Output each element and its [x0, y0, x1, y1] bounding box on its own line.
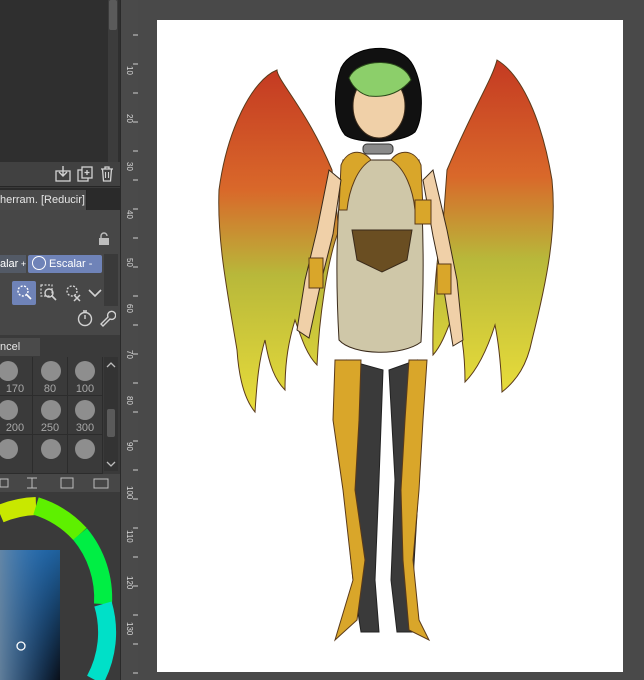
- harpy-illustration: [218, 48, 554, 642]
- brush-size-cell[interactable]: 200: [0, 396, 33, 435]
- figure-legs: [332, 359, 431, 642]
- selection-tools-row: [12, 281, 104, 305]
- brush-size-cell[interactable]: 250: [33, 396, 68, 435]
- layer-scrollbar[interactable]: [108, 0, 118, 162]
- ruler-mark: 40: [125, 210, 134, 219]
- brush-size-cell[interactable]: 170: [0, 357, 33, 396]
- import-icon[interactable]: [54, 165, 72, 183]
- brush-grid-scroll-thumb[interactable]: [107, 409, 115, 437]
- left-panel: herram. [Reducir] alar + Escalar - ncel …: [0, 0, 120, 680]
- ruler-mark: 90: [125, 442, 134, 451]
- color-wheel[interactable]: [0, 494, 120, 680]
- tab-strip: herram. [Reducir]: [0, 188, 120, 210]
- scale-mode-label: Escalar: [49, 258, 86, 270]
- scale-circle-icon: [32, 256, 46, 270]
- trash-icon[interactable]: [98, 165, 116, 183]
- brush-size-cell[interactable]: [0, 435, 33, 474]
- view-icon[interactable]: [0, 478, 9, 488]
- scroll-down-icon[interactable]: [104, 459, 118, 469]
- figure-head: [334, 48, 422, 155]
- wrench-icon[interactable]: [98, 309, 116, 327]
- right-wing: [432, 59, 554, 394]
- tab-tool-property[interactable]: herram. [Reducir]: [0, 190, 87, 210]
- transform-mode-chip[interactable]: alar +: [0, 255, 26, 273]
- layer-toolbar: [0, 162, 120, 187]
- ruler-mark: 70: [125, 350, 134, 359]
- ruler-mark: 80: [125, 396, 134, 405]
- scale-mode-button[interactable]: Escalar -: [28, 255, 102, 273]
- ruler-mark: 50: [125, 258, 134, 267]
- chevron-down-icon[interactable]: [86, 284, 104, 302]
- brush-size-cell[interactable]: [33, 435, 68, 474]
- copy-layer-icon[interactable]: [76, 165, 94, 183]
- vertical-ruler: 10 20 30 40 50 60 70 80 90 100 110 120 1…: [120, 0, 140, 680]
- layer-panel: [0, 0, 120, 162]
- layer-scrollbar-thumb[interactable]: [109, 0, 117, 30]
- lock-icon[interactable]: [97, 232, 111, 246]
- color-wheel-panel: [0, 494, 120, 680]
- panel-icon-strip: [0, 474, 120, 492]
- brush-size-grid: 170 80 100 200 250 300: [0, 357, 104, 474]
- transform-mode-label: alar: [0, 258, 19, 270]
- lasso-remove-icon[interactable]: [64, 284, 82, 302]
- pages-icon[interactable]: [60, 477, 74, 489]
- tree-icon[interactable]: [27, 477, 37, 489]
- tool-options-scrollbar[interactable]: [104, 254, 118, 306]
- lasso-select-button[interactable]: [12, 281, 36, 305]
- brush-size-cell[interactable]: 80: [33, 357, 68, 396]
- ruler-mark: 60: [125, 304, 134, 313]
- screen-icon[interactable]: [93, 478, 109, 489]
- brush-size-cell[interactable]: [68, 435, 103, 474]
- drawing-canvas[interactable]: [157, 20, 623, 672]
- ruler-mark: 100: [125, 486, 134, 500]
- brush-size-panel-title: ncel: [0, 338, 40, 356]
- stopwatch-icon[interactable]: [76, 309, 94, 327]
- ruler-mark: 120: [125, 576, 134, 590]
- scroll-up-icon[interactable]: [104, 360, 118, 370]
- lasso-select-icon: [17, 285, 32, 300]
- brush-grid-scrollbar[interactable]: [104, 357, 118, 471]
- ruler-mark: 10: [125, 66, 134, 75]
- brush-size-cell[interactable]: 300: [68, 396, 103, 435]
- brush-size-cell[interactable]: 100: [68, 357, 103, 396]
- ruler-mark: 130: [125, 622, 134, 636]
- ruler-mark: 30: [125, 162, 134, 171]
- magnify-select-icon[interactable]: [40, 284, 58, 302]
- ruler-mark: 20: [125, 114, 134, 123]
- ruler-mark: 110: [125, 530, 134, 543]
